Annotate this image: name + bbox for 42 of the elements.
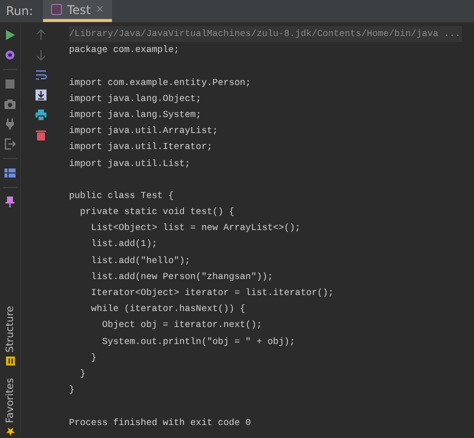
tool-window-tab[interactable]: Favorites (4, 376, 16, 438)
pin-icon[interactable] (4, 196, 16, 208)
up-arrow-icon[interactable] (35, 29, 47, 41)
class-icon (51, 4, 62, 15)
run-label: Run: (5, 4, 34, 18)
console-line: Process finished with exit code 0 (69, 416, 251, 428)
console-line: Iterator<Object> iterator = list.iterator(); (90, 287, 334, 298)
layout-icon[interactable] (4, 167, 16, 179)
console-line: import java.lang.Object; (69, 92, 202, 104)
console-line: Object obj = iterator.next(); (101, 319, 262, 330)
print-icon[interactable] (35, 109, 47, 121)
console-line: System.out.println("obj = " + obj); (101, 336, 296, 347)
exit-icon[interactable] (4, 138, 16, 150)
stop-icon[interactable] (4, 78, 16, 90)
console-line: } (90, 352, 97, 363)
console-line: list.add(1); (90, 238, 158, 250)
plug-icon[interactable] (4, 118, 16, 130)
console-line: } (69, 384, 75, 396)
structure-icon (6, 356, 14, 366)
camera-icon[interactable] (4, 98, 16, 110)
console-line: package com.example; (69, 44, 180, 56)
star-icon (6, 427, 14, 436)
run-icon[interactable] (4, 29, 16, 41)
wrap-icon[interactable] (35, 69, 47, 81)
scroll-to-end-icon[interactable] (35, 89, 47, 101)
console-line: import java.util.Iterator; (69, 141, 212, 152)
run-tab[interactable]: Test × (43, 0, 112, 22)
down-arrow-icon[interactable] (35, 49, 47, 61)
console-command: /Library/Java/JavaVirtualMachines/zulu-8.jdk/Contents/Home/bin/java ... (69, 26, 462, 42)
console-line: private static void test() { (79, 206, 234, 218)
console-line: import java.util.List; (69, 158, 190, 168)
console-line: import java.lang.System; (69, 108, 202, 120)
console-line: import java.util.ArrayList; (69, 125, 218, 136)
console-line: public class Test { (69, 190, 174, 201)
console-line: import com.example.entity.Person; (69, 76, 251, 88)
console-line: List<Object> list = new ArrayList<>(); (90, 222, 301, 234)
console-line: while (iterator.hasNext()) { (90, 303, 246, 314)
console-line: } (79, 368, 86, 379)
trash-icon[interactable] (35, 129, 47, 141)
tool-window-tab[interactable]: Structure (4, 304, 16, 368)
console-line: list.add(new Person("zhangsan")); (90, 270, 273, 282)
console-line: list.add("hello"); (90, 254, 190, 266)
